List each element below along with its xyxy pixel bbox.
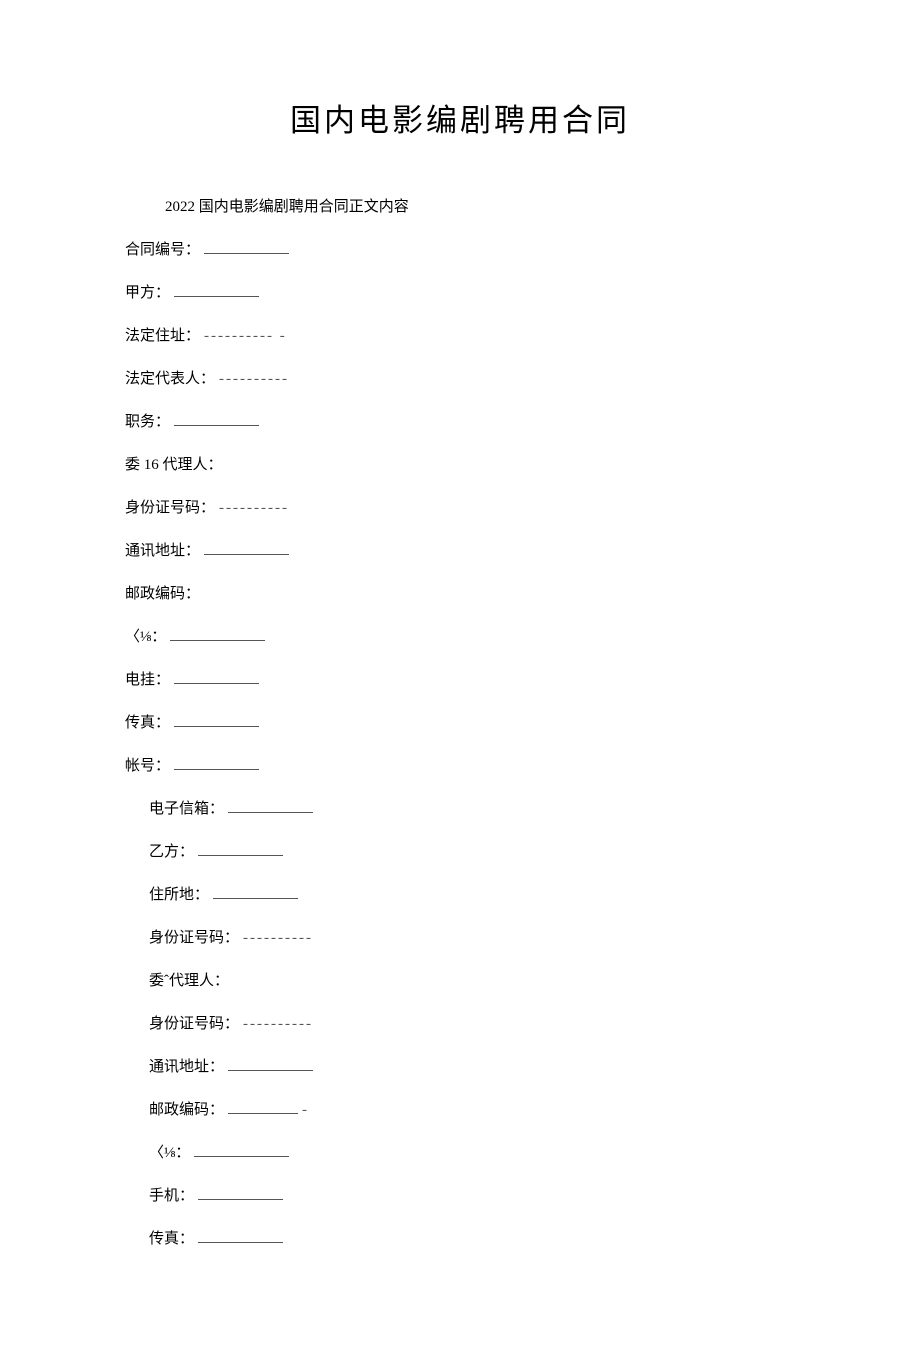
label-position: 职务： [125,410,170,431]
field-id-number: 身份证号码： ---------- [125,496,795,517]
blank-mobile [198,1186,283,1200]
blank-contract-no [204,240,289,254]
label-postal-code-b: 邮政编码： [149,1098,224,1119]
field-fraction-b: 〈⅛： [149,1141,795,1162]
label-agent-b: 委ˆ代理人： [149,969,229,990]
field-legal-rep: 法定代表人： ---------- [125,367,795,388]
field-id-number-b: 身份证号码： ---------- [149,926,795,947]
field-id-number-b2: 身份证号码： ---------- [149,1012,795,1033]
field-legal-address: 法定住址： ---------- - [125,324,795,345]
blank-party-a [174,283,259,297]
label-fraction: 〈⅛： [125,625,166,646]
field-contact-address-b: 通讯地址： [149,1055,795,1076]
blank-email [228,799,313,813]
field-position: 职务： [125,410,795,431]
blank-fraction [170,627,265,641]
field-agent-b: 委ˆ代理人： [149,969,795,990]
label-email: 电子信箱： [149,797,224,818]
field-party-b: 乙方： [149,840,795,861]
field-fax-b: 传真： [149,1227,795,1248]
field-residence: 住所地： [149,883,795,904]
label-party-a: 甲方： [125,281,170,302]
blank-telegraph [174,670,259,684]
field-postal-code-b: 邮政编码： - [149,1098,795,1119]
blank-account [174,756,259,770]
label-mobile: 手机： [149,1184,194,1205]
label-contact-address-b: 通讯地址： [149,1055,224,1076]
label-residence: 住所地： [149,883,209,904]
document-subtitle: 2022 国内电影编剧聘用合同正文内容 [165,195,795,216]
field-fraction: 〈⅛： [125,625,795,646]
field-party-a: 甲方： [125,281,795,302]
field-email: 电子信箱： [149,797,795,818]
blank-fraction-b [194,1143,289,1157]
field-agent-16: 委 16 代理人： [125,453,795,474]
label-contact-address: 通讯地址： [125,539,200,560]
blank-postal-code-b [228,1100,298,1114]
blank-fax [174,713,259,727]
label-legal-rep: 法定代表人： [125,367,215,388]
field-contract-no: 合同编号： [125,238,795,259]
label-postal-code: 邮政编码： [125,582,200,603]
label-account: 帐号： [125,754,170,775]
document-title: 国内电影编剧聘用合同 [125,95,795,140]
blank-residence [213,885,298,899]
label-contract-no: 合同编号： [125,238,200,259]
field-postal-code: 邮政编码： [125,582,795,603]
field-contact-address: 通讯地址： [125,539,795,560]
label-party-b: 乙方： [149,840,194,861]
blank-contact-address [204,541,289,555]
label-id-number: 身份证号码： [125,496,215,517]
field-telegraph: 电挂： [125,668,795,689]
label-legal-address: 法定住址： [125,324,200,345]
dashes-postal-code-b: - [302,1102,308,1119]
dashes-legal-address: ---------- - [204,328,287,345]
label-fax: 传真： [125,711,170,732]
field-account: 帐号： [125,754,795,775]
blank-contact-address-b [228,1057,313,1071]
label-fraction-b: 〈⅛： [149,1141,190,1162]
label-id-number-b2: 身份证号码： [149,1012,239,1033]
blank-position [174,412,259,426]
label-telegraph: 电挂： [125,668,170,689]
label-id-number-b: 身份证号码： [149,926,239,947]
blank-fax-b [198,1229,283,1243]
dashes-id-number-b2: ---------- [243,1016,313,1033]
label-agent-16: 委 16 代理人： [125,453,223,474]
blank-party-b [198,842,283,856]
dashes-id-number: ---------- [219,500,289,517]
field-mobile: 手机： [149,1184,795,1205]
field-fax: 传真： [125,711,795,732]
label-fax-b: 传真： [149,1227,194,1248]
dashes-legal-rep: ---------- [219,371,289,388]
dashes-id-number-b: ---------- [243,930,313,947]
